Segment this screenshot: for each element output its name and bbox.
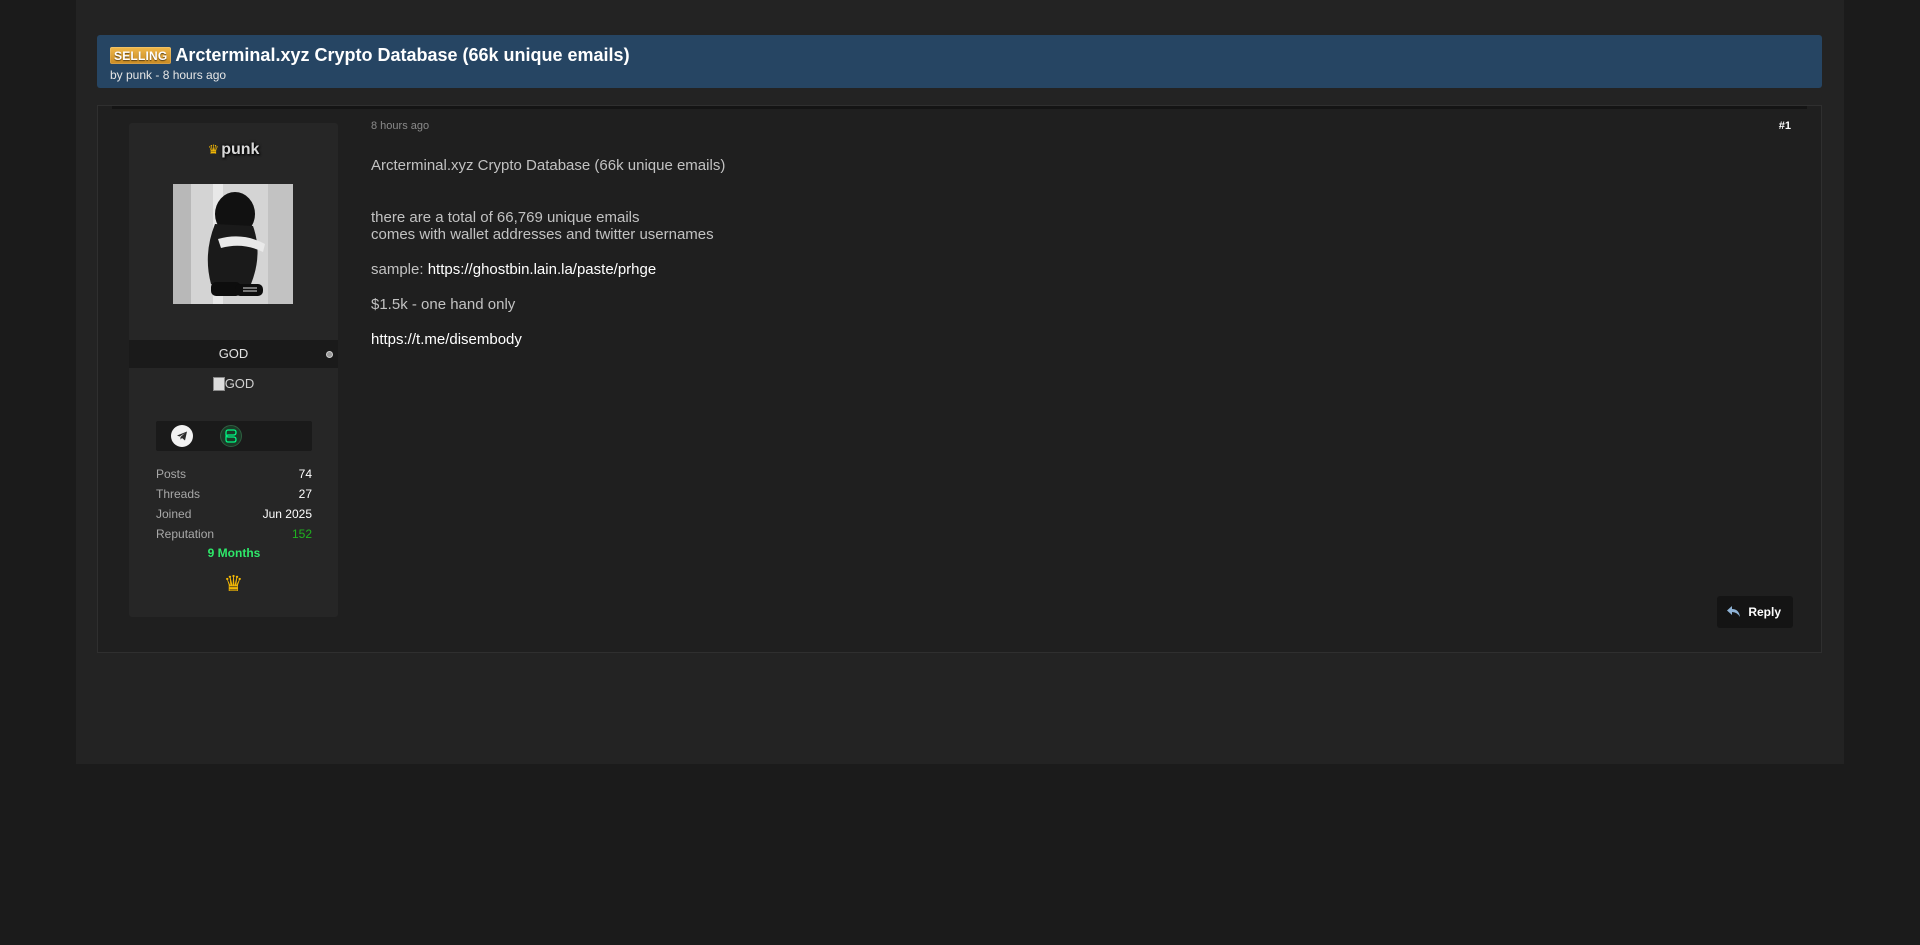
reply-label: Reply <box>1748 605 1781 619</box>
stat-value[interactable]: 74 <box>299 464 312 484</box>
membership-duration: 9 Months <box>207 546 261 560</box>
post-content: Arcterminal.xyz Crypto Database (66k uni… <box>371 157 725 348</box>
stat-row-posts: Posts 74 <box>156 464 312 484</box>
session-icon[interactable] <box>220 425 242 447</box>
thread-header: SELLING Arcterminal.xyz Crypto Database … <box>97 35 1822 88</box>
post-spacer <box>371 278 725 296</box>
thread-title-line: SELLING Arcterminal.xyz Crypto Database … <box>110 45 1809 66</box>
thread-title: Arcterminal.xyz Crypto Database (66k uni… <box>175 45 630 65</box>
reply-icon <box>1727 605 1741 620</box>
post-line-price: $1.5k - one hand only <box>371 296 516 313</box>
user-rank: GOD <box>129 340 338 368</box>
contact-bar <box>156 421 312 451</box>
broken-image-icon <box>212 377 225 391</box>
avatar[interactable] <box>173 184 293 304</box>
sample-label: sample: <box>371 261 424 278</box>
crown-badge-icon: ♛ <box>223 571 244 596</box>
post-body: 8 hours ago #1 Arcterminal.xyz Crypto Da… <box>371 120 1793 632</box>
crown-icon: ♛ <box>207 142 220 157</box>
stat-row-joined: Joined Jun 2025 <box>156 504 312 524</box>
post-top-divider <box>112 106 1807 109</box>
author-panel: ♛ punk GOD GOD Posts 74 Threads 27 Joine… <box>129 123 338 617</box>
avatar-image <box>173 184 293 304</box>
post-line-contact: https://t.me/disembody <box>371 331 725 348</box>
post-line-comes: comes with wallet addresses and twitter … <box>371 226 714 243</box>
stat-label: Joined <box>156 507 192 521</box>
post-line-total: there are a total of 66,769 unique email… <box>371 209 640 226</box>
post-date: 8 hours ago <box>371 120 430 132</box>
stat-row-reputation: Reputation 152 <box>156 524 312 544</box>
post-container: ♛ punk GOD GOD Posts 74 Threads 27 Joine… <box>97 105 1822 653</box>
stat-row-threads: Threads 27 <box>156 484 312 504</box>
thread-meta: by punk - 8 hours ago <box>110 68 227 82</box>
post-line-title: Arcterminal.xyz Crypto Database (66k uni… <box>371 157 726 174</box>
telegram-icon[interactable] <box>171 425 193 447</box>
post-spacer <box>371 174 725 209</box>
post-spacer <box>371 313 725 331</box>
selling-prefix-badge[interactable]: SELLING <box>110 47 172 64</box>
user-rank-label: GOD <box>218 346 249 361</box>
telegram-contact-link[interactable]: https://t.me/disembody <box>371 331 522 348</box>
offline-status-icon <box>326 351 333 358</box>
stat-label: Posts <box>156 467 187 481</box>
author-username[interactable]: punk <box>221 141 259 158</box>
reputation-value[interactable]: 152 <box>292 524 312 544</box>
rank-image: GOD <box>129 376 338 391</box>
stat-label: Reputation <box>156 527 215 541</box>
stat-label: Threads <box>156 487 201 501</box>
stat-value[interactable]: 27 <box>299 484 312 504</box>
rank-image-alt: GOD <box>224 376 255 391</box>
post-spacer <box>371 243 725 261</box>
post-number-link[interactable]: #1 <box>1779 120 1791 132</box>
author-name-row[interactable]: ♛ punk <box>129 141 338 159</box>
post-line-sample: sample: https://ghostbin.lain.la/paste/p… <box>371 261 725 278</box>
author-stats: Posts 74 Threads 27 Joined Jun 2025 Repu… <box>156 464 312 564</box>
sample-link[interactable]: https://ghostbin.lain.la/paste/prhge <box>428 261 657 278</box>
stat-value: Jun 2025 <box>262 507 312 521</box>
reply-button[interactable]: Reply <box>1717 596 1793 628</box>
